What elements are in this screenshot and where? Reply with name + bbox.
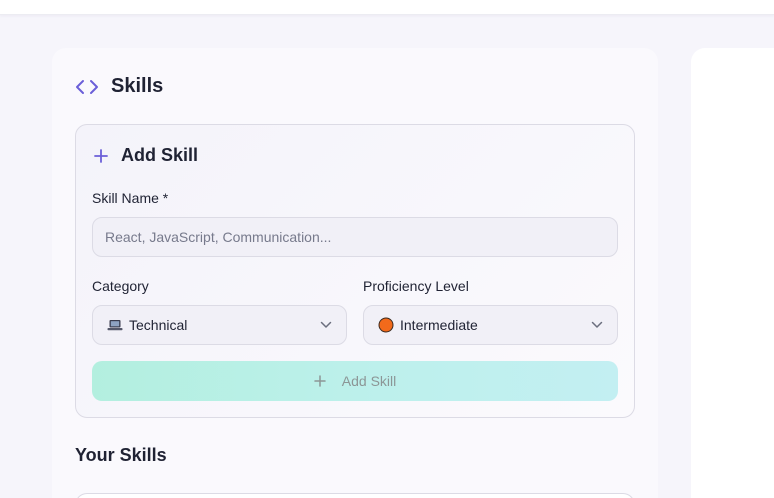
category-value: Technical (129, 317, 188, 333)
your-skills-heading: Your Skills (75, 445, 167, 465)
plus-icon (93, 148, 109, 164)
code-icon (75, 77, 99, 97)
chevron-down-icon (591, 321, 603, 329)
add-skill-button-label: Add Skill (341, 373, 397, 389)
proficiency-value: Intermediate (400, 317, 478, 333)
section-title: Skills (111, 75, 164, 97)
skills-card: Skills Add Skill Skill Name * Category (52, 48, 658, 498)
proficiency-label: Proficiency Level (363, 278, 469, 294)
category-select[interactable]: Technical (92, 305, 347, 345)
skill-name-input[interactable] (92, 217, 618, 257)
section-header: Skills (75, 75, 163, 98)
add-skill-button[interactable]: Add Skill (92, 361, 618, 401)
side-panel (691, 48, 774, 498)
plus-icon (314, 375, 326, 387)
add-skill-panel: Add Skill Skill Name * Category Technica… (75, 124, 635, 418)
add-skill-header: Add Skill (93, 145, 198, 166)
skills-list (75, 493, 635, 498)
category-label: Category (92, 278, 149, 294)
proficiency-select[interactable]: Intermediate (363, 305, 618, 345)
skill-name-label: Skill Name * (92, 190, 169, 206)
chevron-down-icon (320, 321, 332, 329)
add-skill-title: Add Skill (121, 145, 199, 165)
laptop-icon (107, 319, 123, 331)
orange-circle-icon (378, 317, 394, 333)
top-bar (0, 0, 774, 15)
